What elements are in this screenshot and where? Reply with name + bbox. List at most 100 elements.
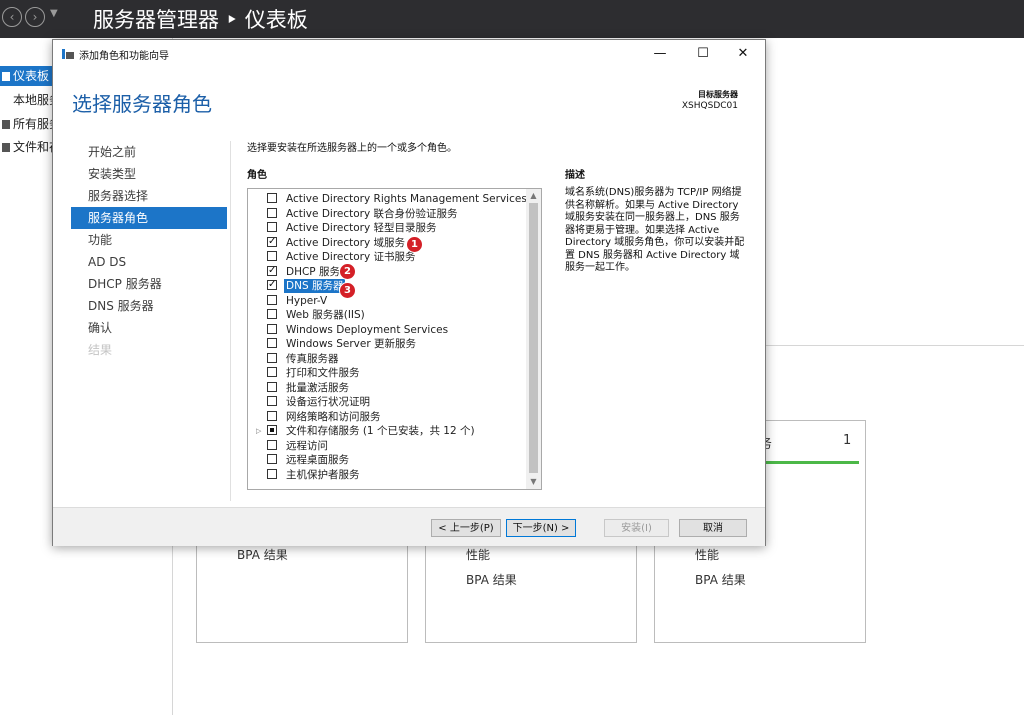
- role-item[interactable]: Active Directory 轻型目录服务: [248, 221, 528, 235]
- maximize-button[interactable]: ☐: [685, 42, 721, 66]
- steps-divider: [230, 141, 231, 501]
- step-dns-server[interactable]: DNS 服务器: [71, 295, 227, 317]
- role-item[interactable]: ▷ 文件和存储服务 (1 个已安装，共 12 个): [248, 424, 528, 438]
- tile-count: 1: [843, 433, 852, 448]
- role-label[interactable]: Windows Deployment Services: [286, 323, 448, 337]
- role-checkbox[interactable]: [267, 468, 277, 479]
- role-checkbox[interactable]: [267, 396, 277, 406]
- add-roles-wizard-dialog: 添加角色和功能向导 — ☐ ✕ 选择服务器角色 目标服务器 XSHQSDC01 …: [52, 39, 766, 546]
- role-checkbox[interactable]: ✓: [267, 236, 277, 247]
- role-label[interactable]: Active Directory 域服务: [286, 236, 405, 250]
- role-checkbox[interactable]: [267, 352, 277, 363]
- tile-line[interactable]: BPA 结果: [237, 546, 288, 563]
- role-label[interactable]: DNS 服务器: [284, 279, 346, 293]
- role-label[interactable]: Web 服务器(IIS): [286, 308, 365, 322]
- role-checkbox[interactable]: [267, 367, 277, 377]
- step-installation-type[interactable]: 安装类型: [71, 163, 227, 185]
- step-ad-ds[interactable]: AD DS: [71, 251, 227, 273]
- scroll-down-icon[interactable]: ▼: [526, 475, 541, 489]
- role-checkbox[interactable]: [267, 294, 277, 305]
- step-confirmation[interactable]: 确认: [71, 317, 227, 339]
- step-before-you-begin[interactable]: 开始之前: [71, 141, 227, 163]
- role-checkbox[interactable]: [267, 454, 277, 464]
- history-dropdown-icon[interactable]: ▼: [50, 8, 58, 19]
- role-label[interactable]: Active Directory Rights Management Servi…: [286, 192, 527, 206]
- roles-scrollbar[interactable]: ▲ ▼: [526, 189, 541, 489]
- role-item[interactable]: ✓ DHCP 服务器: [248, 265, 528, 279]
- role-label[interactable]: 传真服务器: [286, 352, 339, 366]
- role-checkbox[interactable]: [267, 207, 277, 218]
- tile-line[interactable]: 性能: [695, 546, 719, 563]
- role-checkbox[interactable]: ✓: [267, 280, 277, 290]
- role-label[interactable]: Hyper-V: [286, 294, 327, 308]
- scroll-up-icon[interactable]: ▲: [526, 189, 541, 203]
- role-label[interactable]: 打印和文件服务: [286, 366, 360, 380]
- role-item[interactable]: 主机保护者服务: [248, 468, 528, 482]
- role-item[interactable]: ✓ Active Directory 域服务: [248, 236, 528, 250]
- role-checkbox[interactable]: [267, 439, 277, 450]
- cancel-button[interactable]: 取消: [679, 519, 747, 537]
- role-checkbox[interactable]: [267, 309, 277, 319]
- role-item[interactable]: 远程访问: [248, 439, 528, 453]
- server-manager-title: 服务器管理器 ‣ 仪表板: [93, 8, 308, 32]
- role-label[interactable]: 批量激活服务: [286, 381, 349, 395]
- instruction-text: 选择要安装在所选服务器上的一个或多个角色。: [247, 143, 457, 154]
- role-checkbox[interactable]: [267, 410, 277, 421]
- wizard-titlebar[interactable]: 添加角色和功能向导 — ☐ ✕: [53, 40, 765, 68]
- role-item[interactable]: Windows Deployment Services: [248, 323, 528, 337]
- role-item[interactable]: 打印和文件服务: [248, 366, 528, 380]
- back-arrow-icon[interactable]: ‹: [2, 7, 22, 27]
- role-item[interactable]: 设备运行状况证明: [248, 395, 528, 409]
- role-label[interactable]: Windows Server 更新服务: [286, 337, 416, 351]
- role-checkbox[interactable]: [267, 193, 277, 203]
- step-results: 结果: [88, 343, 113, 357]
- step-server-roles[interactable]: 服务器角色: [71, 207, 227, 229]
- role-checkbox[interactable]: [267, 381, 277, 392]
- role-item[interactable]: Windows Server 更新服务: [248, 337, 528, 351]
- expand-arrow-icon[interactable]: ▷: [256, 424, 261, 438]
- tile-line[interactable]: 性能: [466, 546, 490, 563]
- role-item[interactable]: Hyper-V: [248, 294, 528, 308]
- role-label[interactable]: 远程桌面服务: [286, 453, 349, 467]
- welcome-divider: [766, 345, 1024, 346]
- role-label[interactable]: 网络策略和访问服务: [286, 410, 381, 424]
- tile-line[interactable]: BPA 结果: [466, 571, 517, 588]
- role-label[interactable]: 远程访问: [286, 439, 328, 453]
- step-server-selection[interactable]: 服务器选择: [71, 185, 227, 207]
- close-button[interactable]: ✕: [725, 42, 761, 66]
- role-label[interactable]: Active Directory 联合身份验证服务: [286, 207, 458, 221]
- storage-icon: [2, 143, 10, 152]
- role-checkbox[interactable]: [267, 338, 277, 348]
- role-item[interactable]: 传真服务器: [248, 352, 528, 366]
- target-server-label: 目标服务器: [698, 90, 738, 99]
- role-checkbox[interactable]: [267, 222, 277, 232]
- role-label[interactable]: Active Directory 轻型目录服务: [286, 221, 437, 235]
- role-item[interactable]: 远程桌面服务: [248, 453, 528, 467]
- role-checkbox[interactable]: [267, 425, 277, 435]
- previous-button[interactable]: < 上一步(P): [431, 519, 501, 537]
- role-item[interactable]: Active Directory 联合身份验证服务: [248, 207, 528, 221]
- role-label[interactable]: Active Directory 证书服务: [286, 250, 416, 264]
- roles-list[interactable]: Active Directory Rights Management Servi…: [247, 188, 542, 490]
- step-dhcp-server[interactable]: DHCP 服务器: [71, 273, 227, 295]
- scroll-thumb[interactable]: [529, 203, 538, 473]
- role-label[interactable]: 设备运行状况证明: [286, 395, 370, 409]
- role-item[interactable]: Active Directory 证书服务: [248, 250, 528, 264]
- minimize-button[interactable]: —: [642, 42, 678, 66]
- step-features[interactable]: 功能: [71, 229, 227, 251]
- role-checkbox[interactable]: [267, 251, 277, 261]
- role-label[interactable]: 文件和存储服务 (1 个已安装，共 12 个): [286, 424, 475, 438]
- next-button[interactable]: 下一步(N) >: [506, 519, 576, 537]
- role-item[interactable]: Web 服务器(IIS): [248, 308, 528, 322]
- role-item[interactable]: ✓ DNS 服务器: [248, 279, 528, 293]
- annotation-badge: 1: [406, 235, 423, 253]
- role-checkbox[interactable]: ✓: [267, 265, 277, 276]
- forward-arrow-icon[interactable]: ›: [25, 7, 45, 27]
- tile-line[interactable]: BPA 结果: [695, 571, 746, 588]
- role-item[interactable]: Active Directory Rights Management Servi…: [248, 192, 528, 206]
- role-item[interactable]: 批量激活服务: [248, 381, 528, 395]
- role-item[interactable]: 网络策略和访问服务: [248, 410, 528, 424]
- role-label[interactable]: 主机保护者服务: [286, 468, 360, 482]
- install-button: 安装(I): [604, 519, 669, 537]
- role-checkbox[interactable]: [267, 323, 277, 334]
